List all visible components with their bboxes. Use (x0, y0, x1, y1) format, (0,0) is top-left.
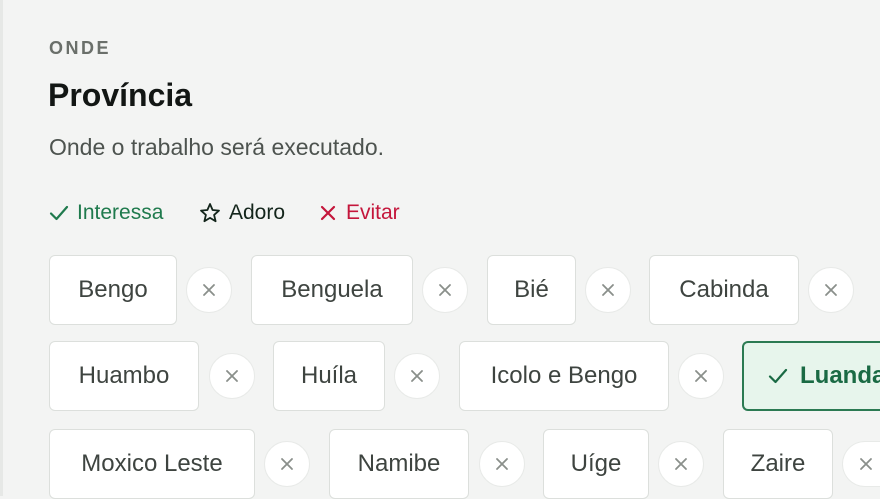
avoid-button-bengo[interactable] (186, 267, 232, 313)
province-chip-bengo[interactable]: Bengo (49, 255, 177, 325)
avoid-button-huambo[interactable] (209, 353, 255, 399)
close-icon (695, 370, 707, 382)
province-chip-huila[interactable]: Huíla (273, 341, 385, 411)
close-icon (496, 458, 508, 470)
legend-avoid: Evitar (318, 198, 400, 228)
section-description: Onde o trabalho será executado. (49, 134, 385, 160)
province-chip-bie[interactable]: Bié (487, 255, 576, 325)
avoid-button-icolo-e-bengo[interactable] (678, 353, 724, 399)
close-icon (860, 458, 872, 470)
close-icon (675, 458, 687, 470)
check-icon (768, 368, 788, 384)
legend-avoid-label: Evitar (346, 201, 400, 224)
avoid-button-cabinda[interactable] (808, 267, 854, 313)
province-chip-zaire[interactable]: Zaire (723, 429, 833, 499)
avoid-button-namibe[interactable] (479, 441, 525, 487)
province-chip-icolo-e-bengo[interactable]: Icolo e Bengo (459, 341, 669, 411)
check-icon (49, 205, 69, 221)
close-icon (226, 370, 238, 382)
x-icon (320, 205, 336, 221)
section-eyebrow: ONDE (49, 38, 112, 58)
legend-love: Adoro (199, 198, 285, 228)
legend-interest-label: Interessa (77, 201, 164, 224)
province-chip-luanda[interactable]: Luanda (742, 341, 880, 411)
province-chip-luanda-label: Luanda (800, 362, 880, 389)
star-icon (200, 203, 220, 223)
province-chip-cabinda[interactable]: Cabinda (649, 255, 799, 325)
close-icon (411, 370, 423, 382)
province-chip-namibe[interactable]: Namibe (329, 429, 469, 499)
avoid-button-bie[interactable] (585, 267, 631, 313)
close-icon (281, 458, 293, 470)
close-icon (203, 284, 215, 296)
panel-edge (0, 0, 3, 496)
province-chip-benguela[interactable]: Benguela (251, 255, 413, 325)
close-icon (602, 284, 614, 296)
avoid-button-benguela[interactable] (422, 267, 468, 313)
province-chip-uige[interactable]: Uíge (543, 429, 649, 499)
province-chip-moxico-leste[interactable]: Moxico Leste (49, 429, 255, 499)
avoid-button-zaire[interactable] (842, 441, 880, 487)
legend-love-label: Adoro (229, 201, 286, 224)
section-title: Província (48, 77, 193, 113)
avoid-button-moxico-leste[interactable] (264, 441, 310, 487)
avoid-button-uige[interactable] (658, 441, 704, 487)
close-icon (825, 284, 837, 296)
province-chip-huambo[interactable]: Huambo (49, 341, 199, 411)
legend-interest: Interessa (49, 198, 163, 228)
avoid-button-huila[interactable] (394, 353, 440, 399)
close-icon (439, 284, 451, 296)
